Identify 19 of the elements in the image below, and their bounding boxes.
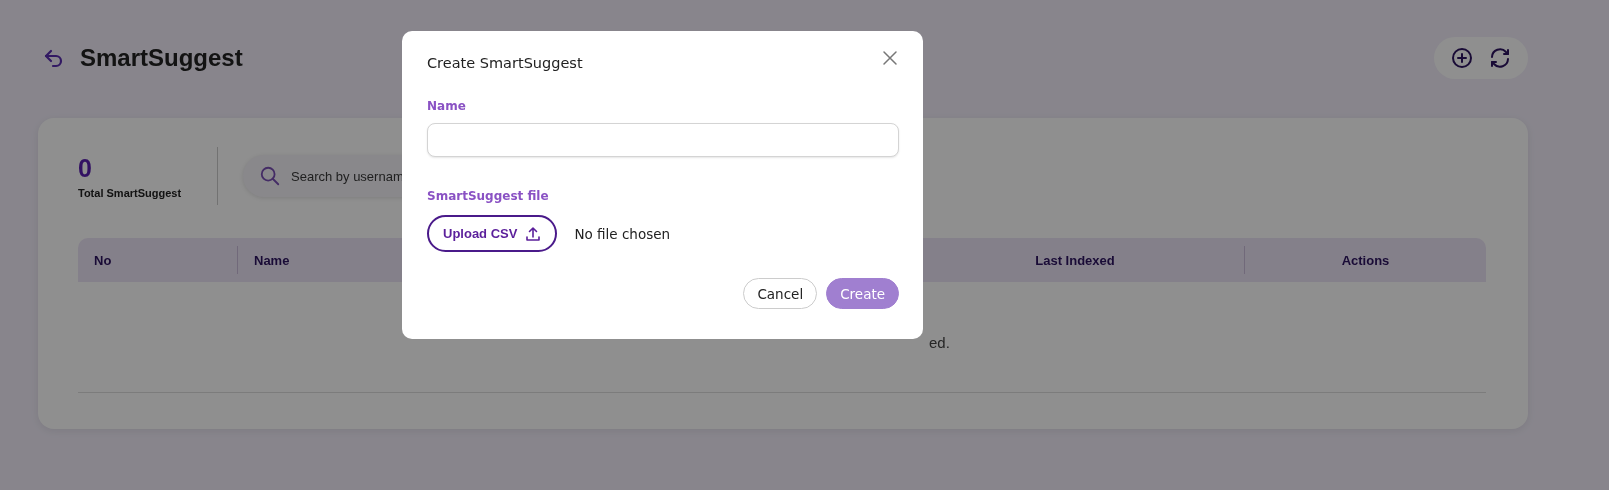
column-header: Last Indexed [1034,251,1116,270]
field-label: Name [427,99,467,113]
file-status: No file chosen [574,225,671,242]
cancel-button[interactable]: Cancel [743,278,818,309]
total-count: 0 [78,153,93,183]
search-icon [259,165,281,187]
empty-message: ed. [929,332,950,351]
close-icon[interactable] [881,49,899,67]
refresh-icon[interactable] [1488,45,1512,70]
field-label: SmartSuggest file [427,189,550,203]
add-circle-icon[interactable] [1450,45,1474,70]
name-input[interactable] [427,123,899,157]
upload-button[interactable]: Upload CSV [427,215,558,252]
page-title: SmartSuggest [80,43,243,72]
upload-icon [525,225,542,242]
dialog-title: Create SmartSuggest [427,55,583,71]
column-header: Actions [1244,246,1486,274]
column-header: No [93,251,113,270]
total-label: Total SmartSuggest [78,187,183,199]
